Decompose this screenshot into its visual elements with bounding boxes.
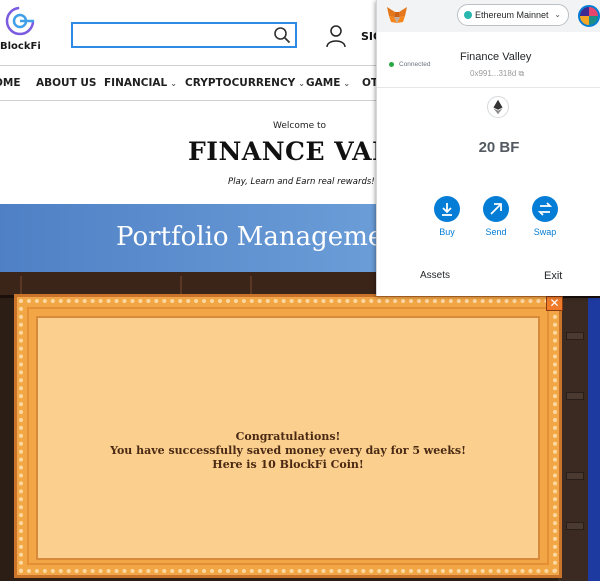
chevron-down-icon: ⌄ — [298, 79, 305, 88]
tagline: Play, Learn and Earn real rewards! — [228, 177, 375, 187]
divider — [0, 65, 380, 66]
nav-item-cryptocurrency[interactable]: CRYPTOCURRENCY ⌄ — [185, 77, 305, 89]
reward-line: You have successfully saved money every … — [110, 444, 466, 457]
network-selector[interactable]: Ethereum Mainnet ⌄ — [457, 4, 569, 26]
send-button[interactable]: Send — [481, 196, 511, 237]
account-address[interactable]: 0x991...318d ⧉ — [470, 69, 524, 79]
search-box[interactable] — [71, 22, 297, 48]
close-dialog-button[interactable]: ✕ — [546, 296, 563, 311]
brick — [566, 392, 584, 400]
copy-icon[interactable]: ⧉ — [519, 69, 525, 78]
water-strip — [588, 298, 600, 581]
chevron-down-icon: ⌄ — [170, 79, 177, 88]
swap-button[interactable]: Swap — [530, 196, 560, 237]
token-balance: 20 BF — [478, 139, 520, 156]
blockfi-logo-icon[interactable] — [4, 5, 36, 37]
download-icon — [442, 203, 452, 216]
nav-item-game[interactable]: GAME ⌄ — [306, 77, 350, 89]
nav-item-home[interactable]: OME — [0, 77, 21, 89]
arrow-up-right-icon — [490, 203, 502, 215]
dialog-body: Congratulations! You have successfully s… — [36, 316, 540, 560]
metamask-fox-icon — [387, 7, 407, 23]
exit-button[interactable]: Exit — [544, 270, 562, 282]
search-icon[interactable] — [273, 26, 291, 44]
swap-label: Swap — [533, 227, 557, 237]
reward-line: Here is 10 BlockFi Coin! — [212, 458, 364, 471]
ethereum-icon — [487, 96, 509, 118]
reward-message: Congratulations! You have successfully s… — [38, 430, 538, 472]
game-canvas[interactable]: Congratulations! You have successfully s… — [0, 272, 600, 581]
brick — [566, 472, 584, 480]
reward-line: Congratulations! — [235, 430, 341, 443]
nav-item-financial[interactable]: FINANCIAL ⌄ — [104, 77, 177, 89]
search-input[interactable] — [73, 24, 268, 46]
connected-dot-icon — [389, 61, 394, 67]
account-avatar[interactable] — [578, 5, 600, 27]
welcome-text: Welcome to — [273, 121, 327, 131]
reward-dialog: Congratulations! You have successfully s… — [14, 294, 562, 578]
network-name: Ethereum Mainnet — [475, 10, 549, 20]
buy-button[interactable]: Buy — [432, 196, 462, 237]
brick — [566, 522, 584, 530]
tab-assets[interactable]: Assets — [420, 270, 450, 281]
wallet-header: Ethereum Mainnet ⌄ — [377, 0, 600, 32]
network-status-dot — [464, 11, 472, 19]
brick — [566, 332, 584, 340]
nav-item-about-us[interactable]: ABOUT US — [36, 77, 97, 89]
user-icon[interactable] — [325, 24, 347, 48]
divider — [377, 87, 600, 88]
divider — [0, 100, 380, 101]
send-label: Send — [485, 227, 507, 237]
banner-title: Portfolio Manageme — [116, 222, 384, 252]
wallet-popup: Ethereum Mainnet ⌄ Connected Finance Val… — [376, 0, 600, 296]
brand-name: BlockFi — [0, 41, 41, 52]
connection-status[interactable]: Connected — [389, 61, 430, 68]
swap-icon — [537, 202, 553, 216]
chevron-down-icon: ⌄ — [554, 10, 561, 19]
buy-label: Buy — [439, 227, 455, 237]
chevron-down-icon: ⌄ — [343, 79, 351, 88]
section-banner: Portfolio Manageme — [0, 204, 384, 272]
account-name[interactable]: Finance Valley — [460, 51, 531, 63]
